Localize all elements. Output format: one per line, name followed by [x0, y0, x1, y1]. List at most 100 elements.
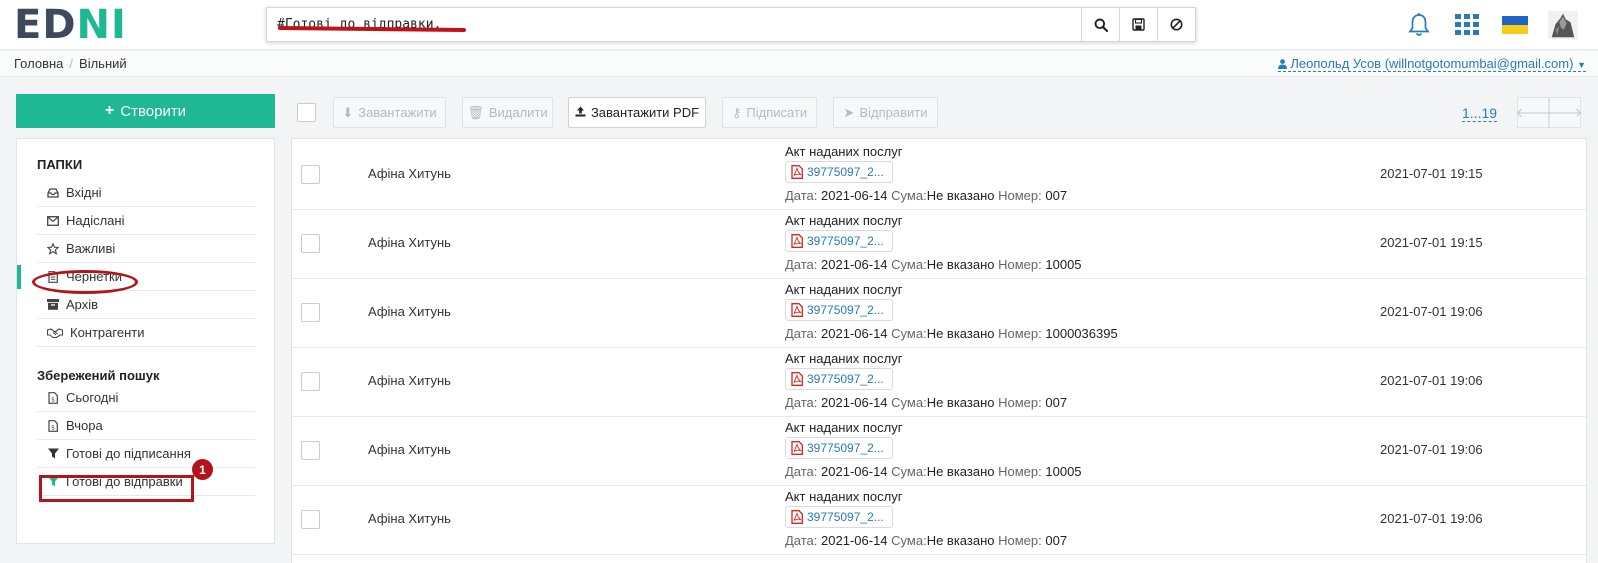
saved-search-title: Збережений пошук — [37, 368, 160, 383]
table-row[interactable]: Афіна Хитунь Акт наданих послуг 39775097… — [292, 139, 1586, 210]
sidebar-item-archive[interactable]: Архів — [37, 291, 255, 319]
star-icon — [47, 242, 59, 255]
row-file-attachment[interactable]: 39775097_2... — [785, 368, 893, 390]
next-page-button[interactable]: 🡒 — [1547, 97, 1583, 128]
send-button-label: Відправити — [859, 105, 928, 120]
breadcrumb-bar: Головна / Вільний Леопольд Усов (willnotgo… — [0, 51, 1598, 77]
row-timestamp: 2021-07-01 19:06 — [1380, 442, 1483, 457]
doc-sum: Не вказано — [926, 395, 995, 410]
row-doc-title[interactable]: Акт наданих послуг — [785, 351, 902, 366]
row-doc-title[interactable]: Акт наданих послуг — [785, 144, 902, 159]
doc-date: 2021-06-14 — [821, 533, 888, 548]
row-doc-title[interactable]: Акт наданих послуг — [785, 213, 902, 228]
sidebar-item-label: Контрагенти — [70, 325, 145, 340]
upload-pdf-button[interactable]: Завантажити PDF — [568, 97, 706, 128]
user-menu[interactable]: Леопольд Усов (willnotgotomumbai@gmail.c… — [1277, 56, 1586, 72]
filter-icon — [47, 448, 59, 460]
avatar-image — [1548, 10, 1578, 40]
row-checkbox[interactable] — [301, 234, 320, 253]
search-input[interactable] — [267, 8, 1081, 41]
number-label: Номер: — [998, 464, 1042, 479]
sign-button[interactable]: ⚷ Підписати — [722, 97, 817, 128]
row-checkbox[interactable] — [301, 303, 320, 322]
apps-button[interactable] — [1452, 10, 1482, 40]
row-file-attachment[interactable]: 39775097_2... — [785, 437, 893, 459]
table-row[interactable]: Афіна Хитунь Акт наданих послуг 39775097… — [292, 277, 1586, 348]
doc-number: 007 — [1045, 395, 1068, 410]
table-row[interactable]: Афіна Хитунь Акт наданих послуг 39775097… — [292, 346, 1586, 417]
paper-plane-icon: ➤ — [843, 104, 855, 120]
row-doc-title[interactable]: Акт наданих послуг — [785, 420, 902, 435]
breadcrumb-current: Вільний — [79, 56, 127, 71]
table-row[interactable]: Афіна Хитунь Акт наданих послуг 39775097… — [292, 484, 1586, 555]
arrow-right-icon: 🡒 — [1547, 104, 1583, 120]
pdf-icon — [791, 510, 803, 524]
number-label: Номер: — [998, 533, 1042, 548]
user-icon — [1277, 59, 1287, 69]
saved-search-ready-to-sign[interactable]: Готові до підписання — [37, 440, 255, 468]
send-button[interactable]: ➤ Відправити — [833, 97, 938, 128]
logo-text-green: NI — [76, 2, 127, 48]
sum-label: Сума: — [891, 257, 927, 272]
number-label: Номер: — [998, 395, 1042, 410]
row-file-name: 39775097_2... — [807, 441, 884, 455]
row-checkbox[interactable] — [301, 165, 320, 184]
download-button[interactable]: ⬇ Завантажити — [333, 97, 446, 128]
row-checkbox[interactable] — [301, 510, 320, 529]
annotation-ellipse — [32, 270, 138, 294]
search-button[interactable] — [1081, 8, 1119, 41]
folder-list: Вхідні Надіслані Важливі Чернетки Архів … — [17, 179, 255, 347]
user-avatar[interactable] — [1548, 10, 1578, 40]
user-menu-label: Леопольд Усов (willnotgotomumbai@gmail.c… — [1290, 56, 1574, 71]
breadcrumb: Головна / Вільний — [14, 56, 127, 71]
row-doc-title[interactable]: Акт наданих послуг — [785, 282, 902, 297]
edin-logo[interactable]: ED NI — [14, 2, 127, 48]
clear-search-button[interactable] — [1157, 8, 1195, 41]
sidebar-item-contractors[interactable]: Контрагенти — [37, 319, 255, 347]
archive-icon — [47, 299, 59, 311]
row-file-attachment[interactable]: 39775097_2... — [785, 230, 893, 252]
row-checkbox[interactable] — [301, 441, 320, 460]
doc-sum: Не вказано — [926, 188, 995, 203]
sidebar-item-label: Вхідні — [66, 185, 102, 200]
doc-date: 2021-06-14 — [821, 464, 888, 479]
envelope-icon — [47, 215, 59, 227]
prev-page-button[interactable]: 🡐 — [1516, 97, 1550, 128]
sum-label: Сума: — [891, 188, 927, 203]
notifications-button[interactable] — [1404, 10, 1434, 40]
language-button[interactable] — [1500, 10, 1530, 40]
doc-date: 2021-06-14 — [821, 395, 888, 410]
save-search-button[interactable] — [1119, 8, 1157, 41]
table-row[interactable]: Афіна Хитунь Акт наданих послуг 39775097… — [292, 415, 1586, 486]
row-file-attachment[interactable]: 39775097_2... — [785, 506, 893, 528]
svg-text:$: $ — [51, 424, 55, 431]
row-meta: Дата: 2021-06-14 Сума:Не вказано Номер: … — [785, 188, 1067, 203]
create-button[interactable]: + Створити — [16, 94, 275, 128]
breadcrumb-home[interactable]: Головна — [14, 56, 63, 71]
table-row[interactable]: Афіна Хитунь Акт наданих послуг 39775097… — [292, 208, 1586, 279]
sidebar-item-incoming[interactable]: Вхідні — [37, 179, 255, 207]
sidebar-item-label: Готові до підписання — [66, 446, 191, 461]
date-label: Дата: — [785, 464, 818, 479]
top-header: ED NI — [0, 0, 1598, 50]
sidebar-item-important[interactable]: Важливі — [37, 235, 255, 263]
row-timestamp: 2021-07-01 19:06 — [1380, 511, 1483, 526]
row-file-attachment[interactable]: 39775097_2... — [785, 161, 893, 183]
date-label: Дата: — [785, 257, 818, 272]
sidebar-item-sent[interactable]: Надіслані — [37, 207, 255, 235]
saved-search-today[interactable]: $ Сьогодні — [37, 384, 255, 412]
row-meta: Дата: 2021-06-14 Сума:Не вказано Номер: … — [785, 533, 1067, 548]
clear-icon — [1170, 18, 1183, 31]
sidebar-item-label: Архів — [66, 297, 99, 312]
page-range[interactable]: 1...19 — [1462, 105, 1498, 122]
row-file-attachment[interactable]: 39775097_2... — [785, 299, 893, 321]
row-doc-title[interactable]: Акт наданих послуг — [785, 489, 902, 504]
delete-button[interactable]: 🗑︎ Видалити — [462, 97, 553, 128]
select-all-checkbox[interactable] — [297, 103, 316, 122]
number-label: Номер: — [998, 188, 1042, 203]
saved-search-yesterday[interactable]: $ Вчора — [37, 412, 255, 440]
row-checkbox[interactable] — [301, 372, 320, 391]
row-partner: Афіна Хитунь — [368, 304, 451, 319]
pdf-icon — [791, 372, 803, 386]
sum-label: Сума: — [891, 464, 927, 479]
